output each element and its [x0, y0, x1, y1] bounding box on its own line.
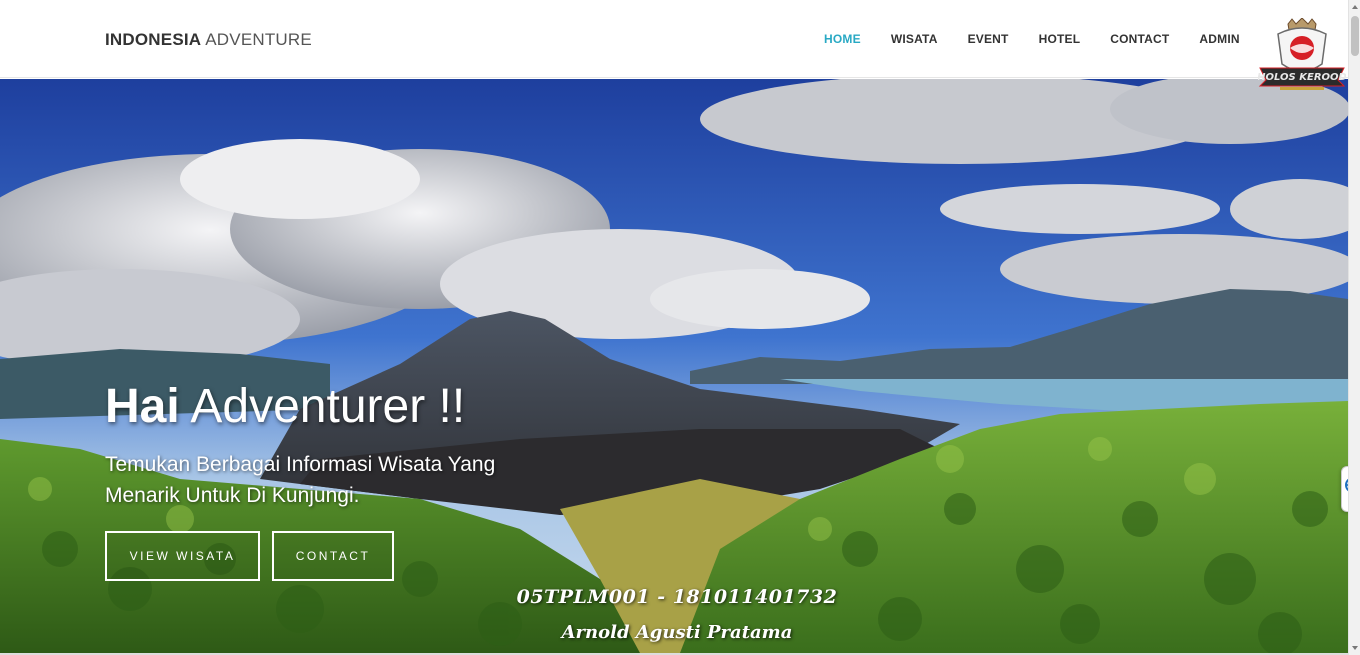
scrollbar-thumb[interactable] — [1351, 16, 1359, 56]
nav-item-contact[interactable]: CONTACT — [1110, 32, 1169, 46]
scroll-down-arrow-icon[interactable] — [1349, 641, 1360, 655]
nav-item-wisata[interactable]: WISATA — [891, 32, 938, 46]
hero-section: Hai Adventurer !! Temukan Berbagai Infor… — [0, 79, 1348, 653]
nav-item-hotel[interactable]: HOTEL — [1039, 32, 1081, 46]
hero-subtitle: Temukan Berbagai Informasi Wisata Yang M… — [105, 449, 565, 511]
logo-text: HOLOS KEROOD — [1258, 72, 1346, 83]
top-navbar: INDONESIA ADVENTURE HOME WISATA EVENT HO… — [0, 0, 1348, 78]
student-name-text: Arnold Agusti Pratama — [561, 622, 793, 643]
brand-logo-text[interactable]: INDONESIA ADVENTURE — [105, 30, 312, 50]
scroll-up-arrow-icon[interactable] — [1349, 0, 1360, 14]
student-id-text: 05TPLM001 - 181011401732 — [516, 586, 838, 608]
hero-title-bold: Hai — [105, 380, 180, 433]
vertical-scrollbar[interactable] — [1348, 0, 1360, 655]
crest-logo-icon: HOLOS KEROOD — [1257, 17, 1347, 92]
hero-subtitle-line1: Temukan Berbagai Informasi Wisata Yang — [105, 453, 496, 476]
nav-item-admin[interactable]: ADMIN — [1199, 32, 1239, 46]
brand-bold: INDONESIA — [105, 30, 202, 49]
hero-title: Hai Adventurer !! — [105, 379, 465, 434]
contact-button[interactable]: CONTACT — [272, 531, 394, 581]
brand-light: ADVENTURE — [205, 30, 312, 49]
main-nav: HOME WISATA EVENT HOTEL CONTACT ADMIN — [824, 32, 1270, 46]
hero-title-thin: Adventurer !! — [190, 380, 466, 433]
nav-item-event[interactable]: EVENT — [968, 32, 1009, 46]
hero-subtitle-line2: Menarik Untuk Di Kunjungi. — [105, 484, 360, 507]
view-wisata-button[interactable]: VIEW WISATA — [105, 531, 260, 581]
nav-item-home[interactable]: HOME — [824, 32, 861, 46]
